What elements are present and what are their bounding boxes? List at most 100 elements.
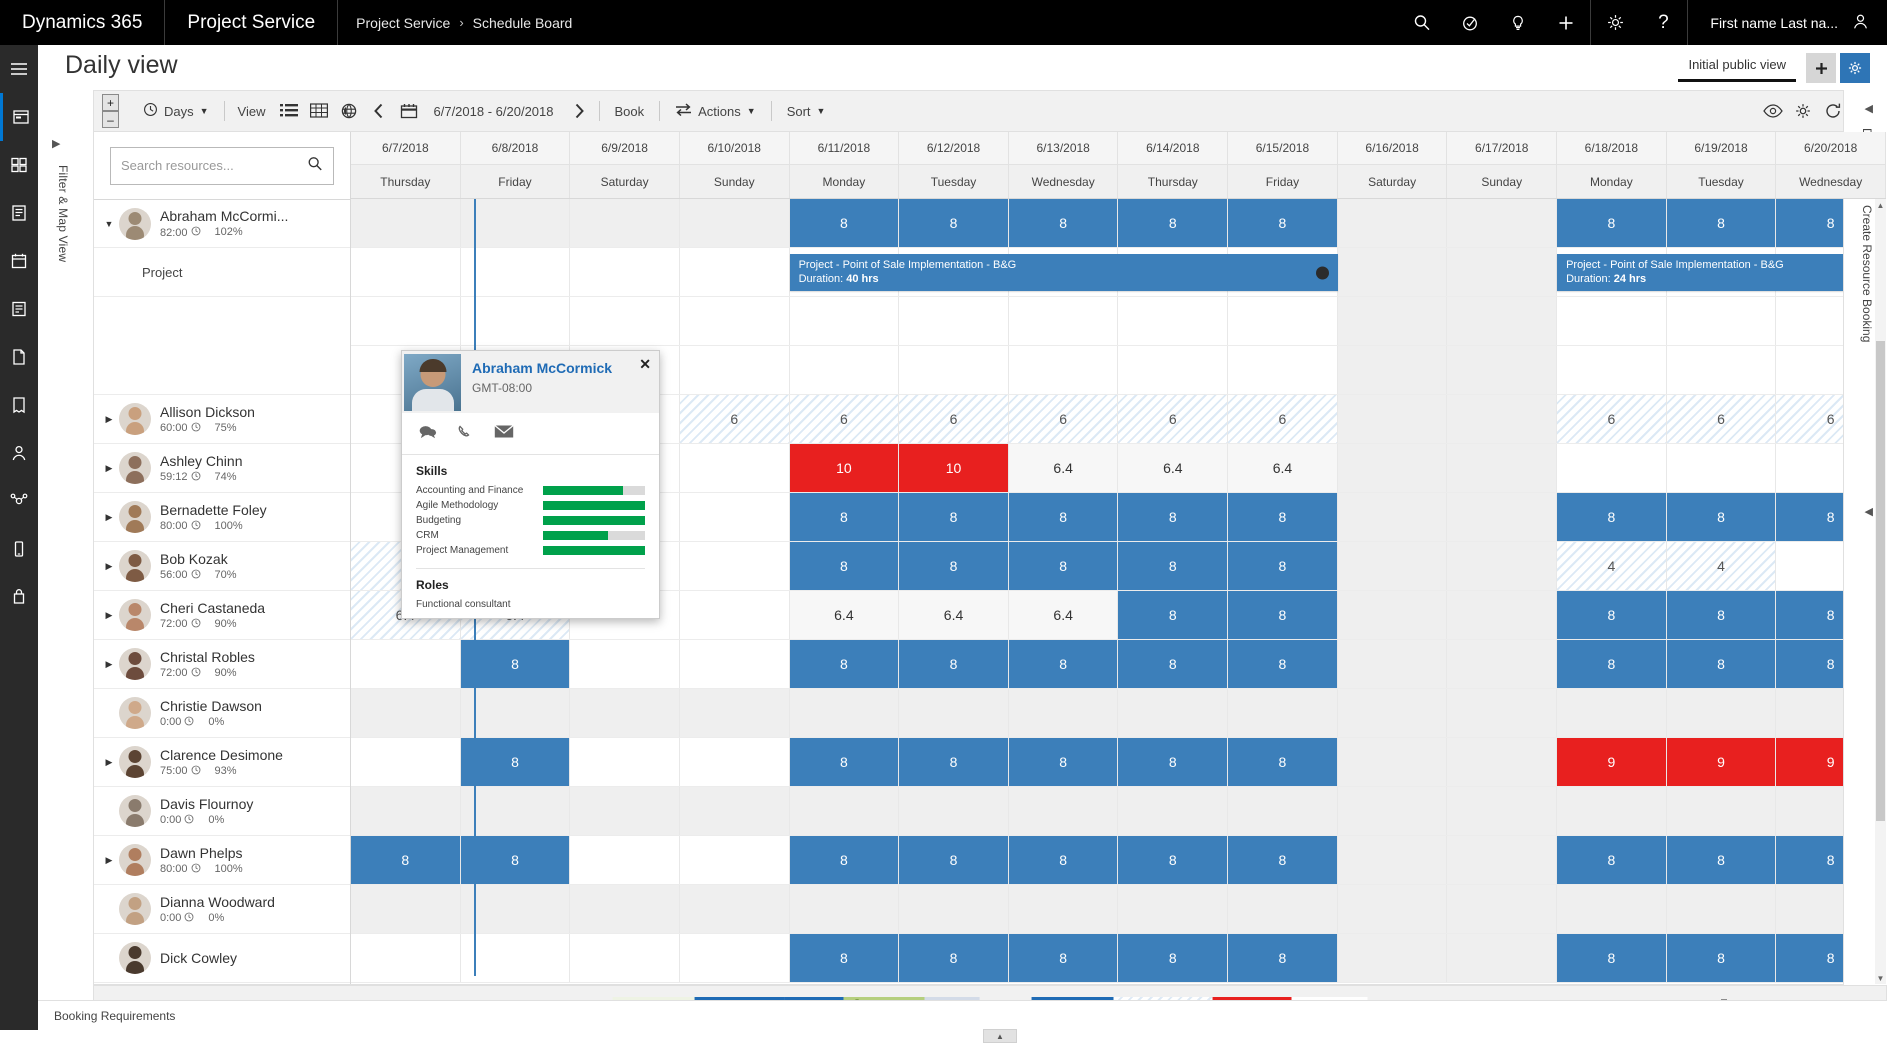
grid-cell[interactable]: 8 <box>899 640 1009 688</box>
phone-icon[interactable] <box>457 424 474 444</box>
book-button[interactable]: Book <box>605 91 655 131</box>
grid-cell[interactable] <box>899 297 1009 345</box>
grid-cell[interactable]: 6 <box>1008 395 1119 443</box>
grid-cell[interactable] <box>1447 885 1558 933</box>
grid-cell[interactable] <box>1447 836 1558 884</box>
lightbulb-icon[interactable] <box>1494 0 1542 45</box>
grid-cell[interactable]: 8 <box>899 738 1009 786</box>
grid-cell[interactable]: 8 <box>1118 836 1229 884</box>
grid-cell[interactable]: 8 <box>1666 199 1777 247</box>
grid-cell[interactable] <box>899 346 1009 394</box>
resource-row[interactable]: Davis Flournoy 0:00 0% <box>94 787 350 836</box>
grid-cell[interactable] <box>789 346 900 394</box>
grid-cell[interactable]: 9 <box>1666 738 1777 786</box>
grid-cell[interactable]: 8 <box>1008 199 1119 247</box>
grid-cell[interactable] <box>679 689 790 737</box>
grid-cell[interactable] <box>679 934 790 982</box>
grid-cell[interactable] <box>679 787 790 835</box>
grid-cell[interactable]: 8 <box>789 640 900 688</box>
grid-cell[interactable] <box>679 199 790 247</box>
expand-arrow-icon[interactable]: ▶ <box>102 512 116 523</box>
sidebar-item-service[interactable] <box>0 573 38 621</box>
expand-arrow-icon[interactable]: ▶ <box>102 561 116 572</box>
grid-cell[interactable] <box>1447 199 1558 247</box>
grid-cell[interactable] <box>351 199 461 247</box>
grid-cell[interactable] <box>1228 297 1338 345</box>
grid-cell[interactable] <box>1447 591 1558 639</box>
grid-cell[interactable] <box>1447 738 1558 786</box>
grid-cell[interactable] <box>570 640 680 688</box>
grid-cell[interactable]: 8 <box>789 542 900 590</box>
grid-cell[interactable]: 6 <box>1666 395 1777 443</box>
grid-cell[interactable]: 6 <box>1557 395 1667 443</box>
grid-cell[interactable] <box>1118 346 1229 394</box>
sidebar-item-calendar[interactable] <box>0 237 38 285</box>
grid-cell[interactable]: 8 <box>1557 640 1667 688</box>
grid-cell[interactable]: 8 <box>1557 199 1667 247</box>
grid-cell[interactable]: 6 <box>1228 395 1338 443</box>
grid-cell[interactable]: 8 <box>789 199 900 247</box>
grid-cell[interactable] <box>1557 787 1667 835</box>
user-menu[interactable]: First name Last na... <box>1687 0 1887 45</box>
booking-bar[interactable]: Project - Point of Sale Implementation -… <box>789 254 1338 291</box>
grid-cell[interactable] <box>460 689 571 737</box>
grid-cell[interactable] <box>1557 689 1667 737</box>
grid-cell[interactable] <box>1447 444 1558 492</box>
grid-cell[interactable] <box>570 738 680 786</box>
grid-cell[interactable]: 10 <box>899 444 1009 492</box>
grid-cell[interactable] <box>1447 640 1558 688</box>
grid-cell[interactable] <box>570 836 680 884</box>
email-icon[interactable] <box>494 424 514 444</box>
grid-cell[interactable] <box>1666 787 1777 835</box>
grid-cell[interactable]: 6.4 <box>1008 591 1119 639</box>
grid-cell[interactable]: 10 <box>789 444 900 492</box>
grid-cell[interactable] <box>570 199 680 247</box>
grid-cell[interactable] <box>570 297 680 345</box>
resource-child-row[interactable]: Project <box>94 248 350 297</box>
grid-cell[interactable]: 8 <box>789 493 900 541</box>
grid-cell[interactable] <box>1557 885 1667 933</box>
resource-row[interactable]: ▶ Christal Robles 72:00 90% <box>94 640 350 689</box>
grid-cell[interactable] <box>460 934 571 982</box>
sidebar-item-documents[interactable] <box>0 333 38 381</box>
grid-cell[interactable]: 8 <box>351 836 461 884</box>
sidebar-item-schedule-board[interactable] <box>0 93 38 141</box>
resource-row[interactable]: Dick Cowley <box>94 934 350 983</box>
grid-cell[interactable]: 6.4 <box>899 591 1009 639</box>
grid-cell[interactable] <box>351 297 461 345</box>
panel-resize-grip[interactable]: ▲ <box>983 1029 1017 1043</box>
grid-cell[interactable]: 8 <box>1008 836 1119 884</box>
grid-cell[interactable] <box>460 248 571 296</box>
grid-cell[interactable]: 8 <box>1228 836 1338 884</box>
zoom-in-button[interactable]: + <box>102 94 119 111</box>
grid-cell[interactable]: 8 <box>1228 542 1338 590</box>
grid-cell[interactable] <box>1447 395 1558 443</box>
grid-cell[interactable] <box>1337 836 1448 884</box>
grid-cell[interactable] <box>679 493 790 541</box>
add-view-button[interactable] <box>1806 53 1836 83</box>
grid-cell[interactable]: 8 <box>1118 934 1229 982</box>
grid-cell[interactable] <box>460 787 571 835</box>
grid-cell[interactable]: 8 <box>899 199 1009 247</box>
check-circle-icon[interactable] <box>1446 0 1494 45</box>
expand-arrow-icon[interactable]: ▶ <box>102 659 116 670</box>
expand-arrow-icon[interactable]: ▶ <box>102 610 116 621</box>
grid-cell[interactable]: 8 <box>789 836 900 884</box>
grid-cell[interactable] <box>1228 346 1338 394</box>
grid-cell[interactable]: 8 <box>1228 591 1338 639</box>
grid-cell[interactable] <box>1228 885 1338 933</box>
grid-cell[interactable] <box>570 689 680 737</box>
grid-cell[interactable]: 8 <box>1666 640 1777 688</box>
grid-cell[interactable] <box>1008 346 1119 394</box>
grid-cell[interactable] <box>679 444 790 492</box>
help-icon[interactable]: ? <box>1639 0 1687 45</box>
grid-cell[interactable]: 8 <box>1118 542 1229 590</box>
grid-cell[interactable] <box>351 248 461 296</box>
grid-cell[interactable]: 8 <box>1118 738 1229 786</box>
scrollbar-thumb[interactable] <box>1876 341 1885 821</box>
grid-cell[interactable] <box>899 689 1009 737</box>
grid-cell[interactable] <box>1337 199 1448 247</box>
grid-cell[interactable] <box>1008 787 1119 835</box>
grid-cell[interactable] <box>1447 542 1558 590</box>
expand-arrow-icon[interactable]: ▶ <box>102 757 116 768</box>
